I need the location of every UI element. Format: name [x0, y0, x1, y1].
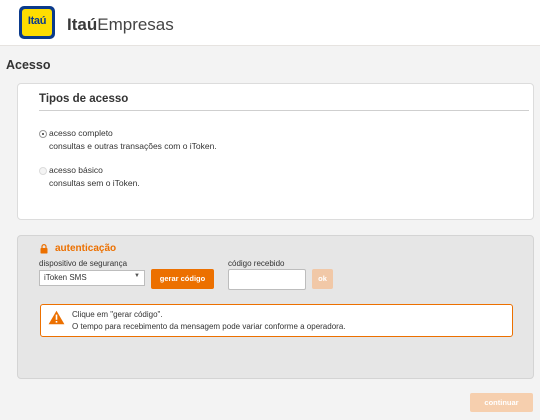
brand-name: ItaúEmpresas — [67, 15, 174, 35]
logo-text: Itaú — [27, 15, 47, 27]
lock-icon — [40, 244, 48, 254]
code-label: código recebido — [228, 259, 285, 268]
brand-bold: Itaú — [67, 15, 98, 34]
option-label-full[interactable]: acesso completo — [49, 128, 113, 138]
page-title: Acesso — [6, 58, 51, 72]
access-types-card: Tipos de acesso acesso completo consulta… — [17, 83, 534, 220]
header-bar: Itaú ItaúEmpresas — [0, 0, 540, 46]
warning-icon — [48, 310, 65, 325]
brand-rest: Empresas — [97, 15, 174, 34]
option-desc-basic: consultas sem o iToken. — [49, 178, 140, 188]
option-label-basic[interactable]: acesso básico — [49, 165, 103, 175]
continue-button[interactable]: continuar — [470, 393, 533, 412]
access-types-title: Tipos de acesso — [39, 93, 129, 105]
device-select[interactable]: iToken SMS ▼ — [39, 270, 145, 286]
option-desc-full: consultas e outras transações com o iTok… — [49, 141, 217, 151]
divider — [39, 110, 529, 111]
code-input[interactable] — [228, 269, 306, 290]
alert-text-2: O tempo para recebimento da mensagem pod… — [72, 322, 346, 331]
logo-inner: Itaú — [22, 9, 52, 36]
chevron-down-icon: ▼ — [134, 273, 140, 279]
info-alert: Clique em "gerar código". O tempo para r… — [40, 304, 513, 337]
itau-logo[interactable]: Itaú — [19, 6, 55, 39]
device-label: dispositivo de segurança — [39, 259, 128, 268]
device-select-value: iToken SMS — [44, 273, 87, 282]
ok-button[interactable]: ok — [312, 269, 333, 289]
radio-basic-access[interactable] — [39, 167, 47, 175]
authentication-title: autenticação — [55, 243, 117, 254]
radio-full-access[interactable] — [39, 130, 47, 138]
alert-text-1: Clique em "gerar código". — [72, 310, 163, 319]
authentication-card: autenticação dispositivo de segurança iT… — [17, 235, 534, 379]
generate-code-button[interactable]: gerar código — [151, 269, 214, 289]
